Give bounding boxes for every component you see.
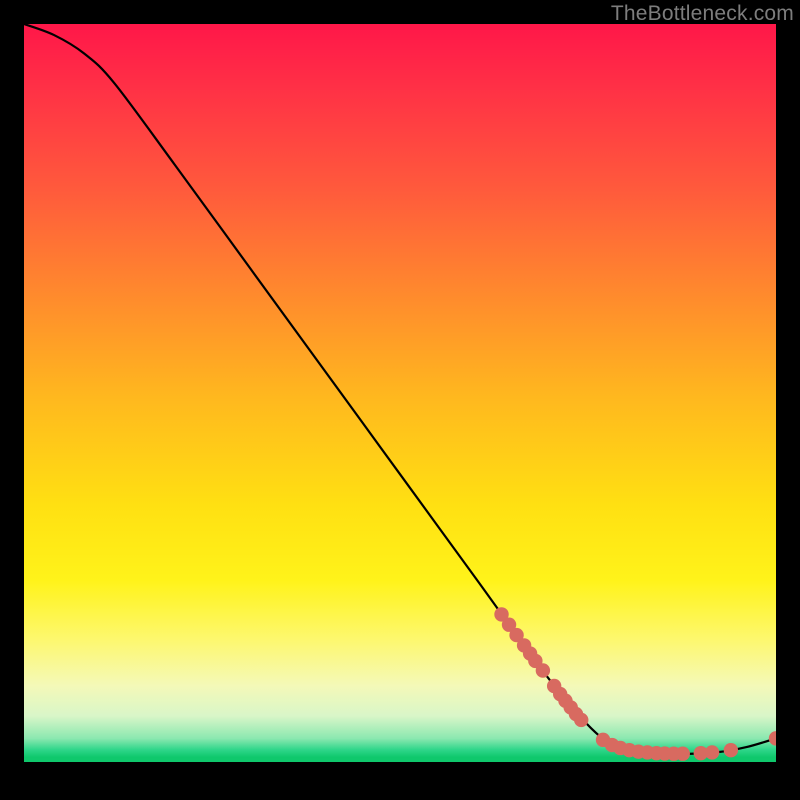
data-marker: [574, 713, 588, 727]
data-marker: [724, 743, 738, 757]
data-marker: [676, 747, 690, 761]
data-marker: [536, 663, 550, 677]
data-marker: [769, 731, 776, 745]
chart-stage: TheBottleneck.com: [0, 0, 800, 800]
plot-area: [24, 24, 776, 776]
data-markers: [494, 607, 776, 761]
chart-svg: [24, 24, 776, 776]
data-marker: [705, 745, 719, 759]
bottleneck-curve: [24, 24, 776, 754]
attribution-label: TheBottleneck.com: [611, 2, 794, 26]
